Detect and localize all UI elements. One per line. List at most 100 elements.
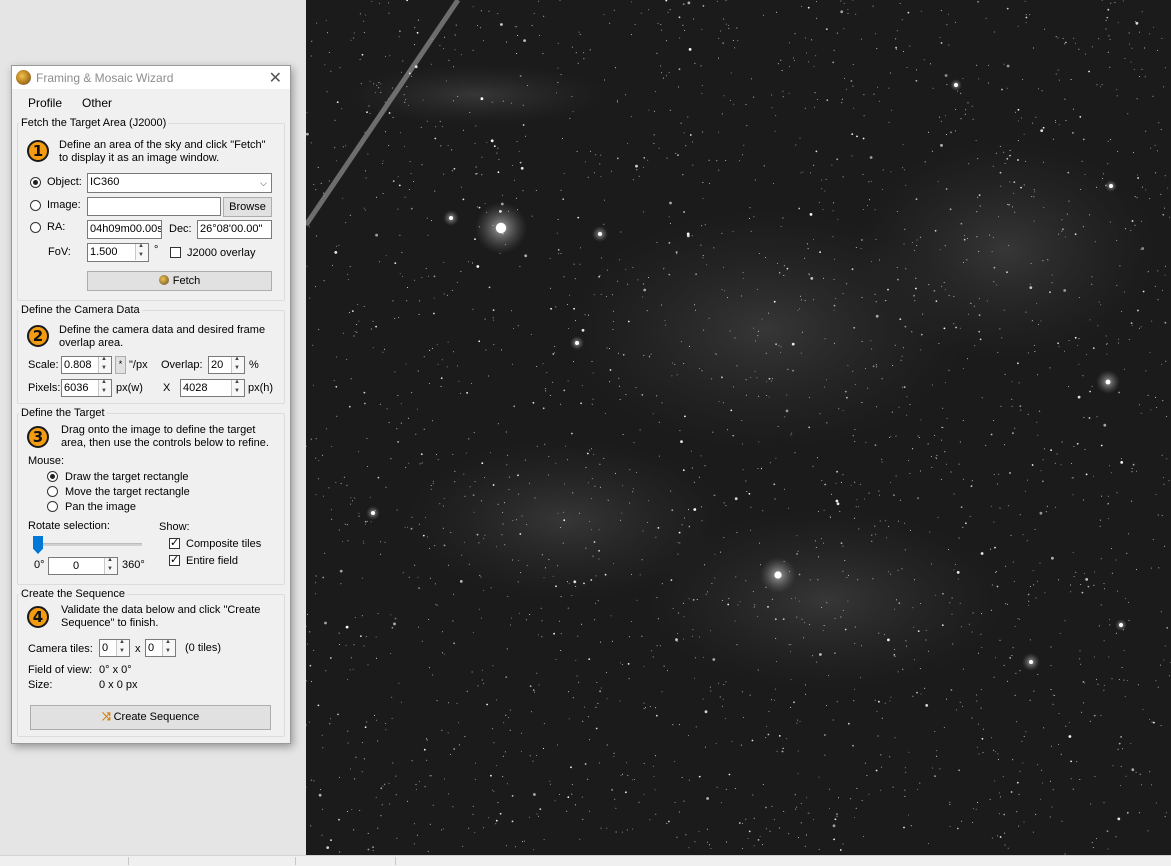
- pixels-separator: X: [163, 382, 171, 394]
- tiles-separator: x: [135, 643, 141, 655]
- pixels-width-value: 6036: [64, 382, 89, 394]
- step-3-description: Drag onto the image to define the target…: [61, 424, 269, 449]
- fetch-button[interactable]: Fetch: [87, 271, 272, 291]
- mouse-label: Mouse:: [28, 455, 65, 467]
- rotate-spin-arrows[interactable]: [104, 557, 117, 574]
- rotate-slider-track[interactable]: [34, 543, 142, 546]
- scale-options-button[interactable]: *: [115, 356, 126, 374]
- tiles-count: (0 tiles): [185, 642, 222, 654]
- step-1-badge: 1: [27, 140, 49, 162]
- move-rectangle-radio[interactable]: [47, 486, 58, 497]
- rotate-value: 0: [73, 560, 80, 572]
- chevron-down-icon[interactable]: ⌵: [260, 177, 267, 189]
- tiles-columns-value: 0: [102, 642, 109, 654]
- scale-spinner[interactable]: 0.808: [61, 356, 112, 374]
- composite-tiles-label: Composite tiles: [186, 538, 262, 550]
- move-rectangle-label: Move the target rectangle: [65, 486, 190, 498]
- ra-radio[interactable]: [30, 222, 41, 233]
- entire-field-label: Entire field: [186, 555, 238, 567]
- ra-input[interactable]: 04h09m00.00s: [87, 220, 162, 239]
- globe-icon: [158, 275, 169, 285]
- rotate-min-label: 0°: [34, 559, 45, 571]
- step-1-description: Define an area of the sky and click "Fet…: [59, 139, 266, 164]
- j2000-overlay-checkbox[interactable]: [170, 247, 181, 258]
- field-of-view-value: 0° x 0°: [99, 664, 132, 676]
- pixels-height-spinner[interactable]: 4028: [180, 379, 245, 397]
- overlap-label: Overlap:: [161, 359, 203, 371]
- step-3-badge: 3: [27, 426, 49, 448]
- title-bar[interactable]: Framing & Mosaic Wizard ✕: [12, 66, 290, 89]
- object-combobox[interactable]: IC360 ⌵: [87, 173, 272, 193]
- scale-value: 0.808: [64, 359, 92, 371]
- scale-unit: "/px: [129, 359, 148, 371]
- create-sequence-label: Create Sequence: [113, 711, 200, 723]
- draw-rectangle-radio[interactable]: [47, 471, 58, 482]
- fov-value: 1.500: [90, 246, 118, 258]
- image-label: Image:: [47, 199, 81, 211]
- framing-mosaic-wizard-dialog: Framing & Mosaic Wizard ✕ Profile Other …: [11, 65, 291, 744]
- fov-spin-arrows[interactable]: [135, 243, 148, 260]
- pixels-height-value: 4028: [183, 382, 208, 394]
- tiles-columns-spin-arrows[interactable]: [116, 639, 129, 656]
- close-icon[interactable]: ✕: [269, 68, 282, 88]
- tiles-rows-spinner[interactable]: 0: [145, 639, 176, 657]
- entire-field-checkbox[interactable]: [169, 553, 180, 567]
- fetch-section-title: Fetch the Target Area (J2000): [21, 117, 167, 129]
- object-radio[interactable]: [30, 177, 41, 188]
- pan-image-radio[interactable]: [47, 501, 58, 512]
- pixels-width-unit: px(w): [116, 382, 143, 394]
- object-value: IC360: [90, 176, 120, 188]
- j2000-overlay-label: J2000 overlay: [187, 247, 256, 259]
- browse-button[interactable]: Browse: [223, 197, 272, 217]
- show-label: Show:: [159, 521, 190, 533]
- scale-label: Scale:: [28, 359, 59, 371]
- tiles-rows-spin-arrows[interactable]: [162, 639, 175, 656]
- pixels-label: Pixels:: [28, 382, 61, 394]
- pan-image-label: Pan the image: [65, 501, 136, 513]
- step-2-description: Define the camera data and desired frame…: [59, 324, 266, 349]
- pixels-height-unit: px(h): [248, 382, 274, 394]
- dec-input[interactable]: 26°08'00.00": [197, 220, 272, 239]
- pixels-width-spin-arrows[interactable]: [98, 379, 111, 396]
- camera-tiles-label: Camera tiles:: [28, 643, 93, 655]
- ra-label: RA:: [47, 221, 66, 233]
- tiles-columns-spinner[interactable]: 0: [99, 639, 130, 657]
- overlap-value: 20: [211, 359, 224, 371]
- fov-unit: °: [154, 244, 159, 256]
- sequence-section-title: Create the Sequence: [21, 588, 125, 600]
- overlap-spin-arrows[interactable]: [231, 356, 244, 373]
- rotate-spinner[interactable]: 0: [48, 557, 118, 575]
- sky-image-view[interactable]: [306, 0, 1171, 855]
- size-value: 0 x 0 px: [99, 679, 138, 691]
- fetch-label: Fetch: [172, 275, 201, 287]
- fov-label: FoV:: [48, 246, 71, 258]
- tiles-rows-value: 0: [148, 642, 155, 654]
- step-4-badge: 4: [27, 606, 49, 628]
- target-section-title: Define the Target: [21, 407, 105, 419]
- image-radio[interactable]: [30, 200, 41, 211]
- shuffle-icon: ⤨: [101, 711, 111, 723]
- image-path-input[interactable]: [87, 197, 221, 216]
- menu-other[interactable]: Other: [82, 96, 112, 110]
- scale-spin-arrows[interactable]: [98, 356, 111, 373]
- pixels-width-spinner[interactable]: 6036: [61, 379, 112, 397]
- status-bar: [0, 855, 1171, 866]
- composite-tiles-checkbox[interactable]: [169, 536, 180, 550]
- overlap-spinner[interactable]: 20: [208, 356, 245, 374]
- object-label: Object:: [47, 176, 82, 188]
- menu-profile[interactable]: Profile: [28, 96, 62, 110]
- step-4-description: Validate the data below and click "Creat…: [61, 604, 261, 629]
- rotate-selection-label: Rotate selection:: [28, 520, 110, 532]
- dec-label: Dec:: [169, 223, 192, 235]
- pixels-height-spin-arrows[interactable]: [231, 379, 244, 396]
- app-icon: [16, 70, 31, 85]
- overlap-unit: %: [249, 359, 259, 371]
- create-sequence-button[interactable]: ⤨ Create Sequence: [30, 705, 271, 730]
- rotate-max-label: 360°: [122, 559, 145, 571]
- camera-section-title: Define the Camera Data: [21, 304, 140, 316]
- menu-bar: Profile Other: [12, 93, 290, 111]
- size-label: Size:: [28, 679, 53, 691]
- star-field-image: [306, 0, 1171, 855]
- fov-spinner[interactable]: 1.500: [87, 243, 149, 262]
- draw-rectangle-label: Draw the target rectangle: [65, 471, 189, 483]
